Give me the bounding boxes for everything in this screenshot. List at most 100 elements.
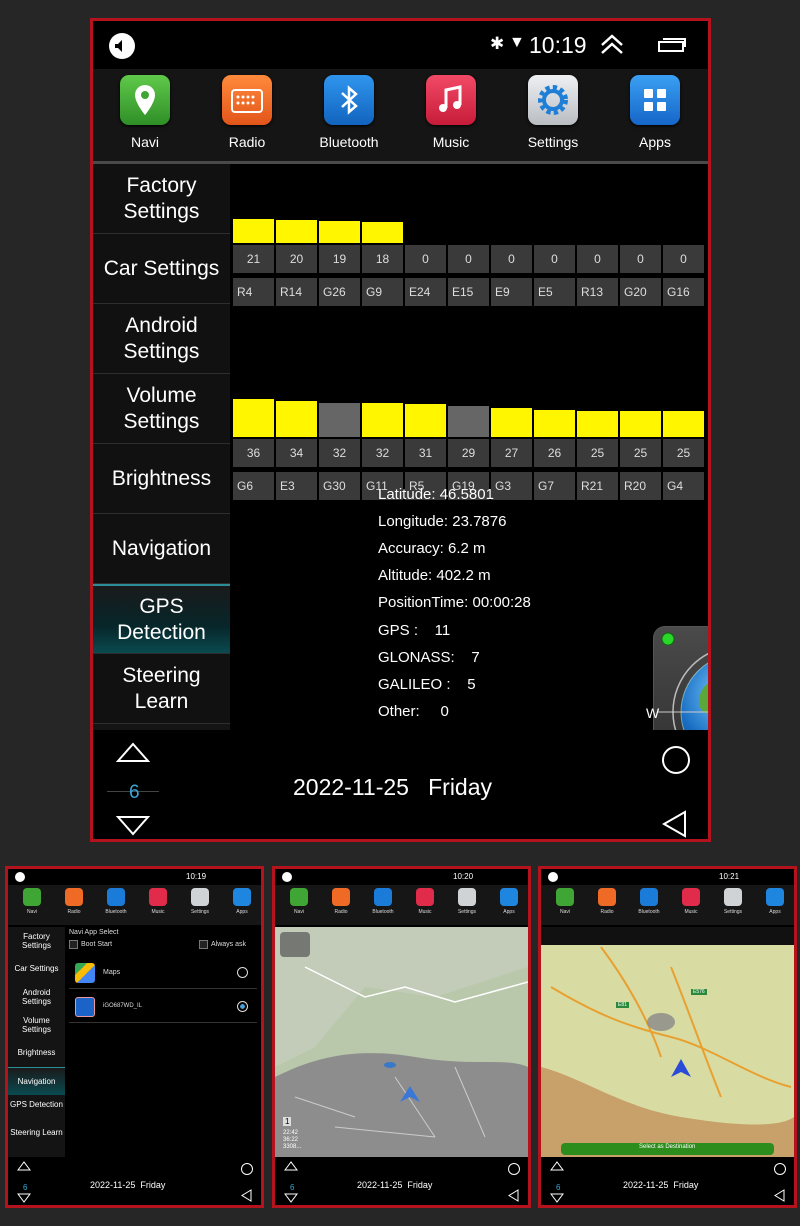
signal-bar (276, 401, 317, 437)
signal-value: 19 (319, 245, 360, 273)
satellite-id: E3 (276, 472, 317, 500)
sidebar-item-navigation[interactable]: Navigation (8, 1067, 65, 1095)
app-navi[interactable]: Navi (18, 888, 46, 915)
sidebar-item-gps-detection[interactable]: GPS Detection (93, 584, 230, 654)
list-item[interactable]: Maps (69, 957, 257, 989)
home-icon[interactable] (240, 1162, 254, 1176)
app-bluetooth[interactable]: Bluetooth (313, 75, 385, 150)
sidebar-item-brightness[interactable]: Brightness (8, 1039, 65, 1067)
sidebar-item-android-settings[interactable]: Android Settings (93, 304, 230, 374)
radio-button-selected[interactable] (237, 1001, 248, 1012)
satellite-id: R21 (577, 472, 618, 500)
satellite-id: R14 (276, 278, 317, 306)
app-label: Settings (723, 909, 743, 915)
signal-value: 34 (276, 439, 317, 467)
always-ask-checkbox[interactable] (199, 940, 208, 949)
app-navi[interactable]: Navi (285, 888, 313, 915)
app-radio[interactable]: Radio (60, 888, 88, 915)
trip-info: 22:42 36:22 3308... (283, 1130, 302, 1150)
map-view[interactable]: 1 22:42 36:22 3308... (275, 927, 528, 1157)
app-apps[interactable]: Apps (619, 75, 691, 150)
app-music[interactable]: Music (415, 75, 487, 150)
back-icon[interactable] (660, 809, 690, 839)
music-note-icon (416, 888, 434, 906)
satellite-id: E5 (534, 278, 575, 306)
app-settings[interactable]: Settings (186, 888, 214, 915)
volume-icon[interactable] (109, 33, 135, 59)
sidebar-item-brightness[interactable]: Brightness (93, 444, 230, 514)
app-bluetooth[interactable]: Bluetooth (369, 888, 397, 915)
list-item[interactable]: iGO687WD_IL (69, 991, 257, 1023)
page-down-icon[interactable] (550, 1193, 564, 1203)
page-up-icon[interactable] (115, 740, 151, 764)
app-settings[interactable]: Settings (453, 888, 481, 915)
app-apps[interactable]: Apps (495, 888, 523, 915)
signal-value: 36 (233, 439, 274, 467)
app-label: Apps (769, 909, 781, 915)
map-pin-icon (556, 888, 574, 906)
back-icon[interactable] (773, 1189, 786, 1202)
gear-icon (724, 888, 742, 906)
boot-start-label: Boot Start (81, 941, 113, 948)
app-bluetooth[interactable]: Bluetooth (635, 888, 663, 915)
page-up-icon[interactable] (550, 1161, 564, 1171)
satellite-id: G4 (663, 472, 704, 500)
satellite-id: G3 (491, 472, 532, 500)
sidebar-item-volume-settings[interactable]: Volume Settings (93, 374, 230, 444)
app-label: Apps (503, 909, 515, 915)
signal-value: 0 (620, 245, 661, 273)
app-settings[interactable]: Settings (719, 888, 747, 915)
status-bar: ✱ ▼ 10:19 (93, 21, 708, 69)
app-apps[interactable]: Apps (228, 888, 256, 915)
app-radio[interactable]: Radio (593, 888, 621, 915)
satellite-id: G7 (534, 472, 575, 500)
page-up-icon[interactable] (17, 1161, 31, 1171)
sidebar-item-steering-learn[interactable]: Steering Learn (93, 654, 230, 724)
sidebar-item-factory-settings[interactable]: Factory Settings (93, 164, 230, 234)
grid-icon (766, 888, 784, 906)
app-radio[interactable]: Radio (211, 75, 283, 150)
road-label: E81 (616, 1002, 629, 1008)
select-destination-button[interactable]: Select as Destination (639, 1144, 695, 1150)
sidebar-item-factory-settings[interactable]: Factory Settings (8, 927, 65, 955)
sidebar-item-steering-learn[interactable]: Steering Learn (8, 1123, 65, 1151)
signal-value: 25 (663, 439, 704, 467)
page-down-icon[interactable] (17, 1193, 31, 1203)
page-down-icon[interactable] (284, 1193, 298, 1203)
app-apps[interactable]: Apps (761, 888, 789, 915)
app-navi[interactable]: Navi (109, 75, 181, 150)
page-up-icon[interactable] (284, 1161, 298, 1171)
satellite-id: G6 (233, 472, 274, 500)
sidebar-item-volume-settings[interactable]: Volume Settings (8, 1011, 65, 1039)
app-bluetooth[interactable]: Bluetooth (102, 888, 130, 915)
radio-button[interactable] (237, 967, 248, 978)
home-icon[interactable] (660, 744, 692, 776)
sidebar-item-android-settings[interactable]: Android Settings (8, 983, 65, 1011)
app-music[interactable]: Music (144, 888, 172, 915)
boot-start-checkbox[interactable] (69, 940, 78, 949)
app-music[interactable]: Music (677, 888, 705, 915)
gear-icon (458, 888, 476, 906)
home-icon[interactable] (507, 1162, 521, 1176)
app-launcher-bar: Navi Radio Bluetooth Music Settings Apps (93, 69, 708, 161)
map-view[interactable]: Select as Destination E576 E81 (541, 927, 794, 1157)
chevron-up-icon[interactable] (599, 33, 625, 55)
home-icon[interactable] (773, 1162, 787, 1176)
sidebar-item-navigation[interactable]: Navigation (93, 514, 230, 584)
sidebar-item-car-settings[interactable]: Car Settings (93, 234, 230, 304)
mini-screen-map-igo: 10:21 Navi Radio Bluetooth Music Settings App… (538, 866, 797, 1208)
sidebar-item-gps-detection[interactable]: GPS Detection (8, 1095, 65, 1123)
signal-bar (362, 403, 403, 437)
recent-apps-icon[interactable] (657, 37, 687, 53)
app-settings[interactable]: Settings (517, 75, 589, 150)
app-music[interactable]: Music (411, 888, 439, 915)
app-radio[interactable]: Radio (327, 888, 355, 915)
page-down-icon[interactable] (115, 814, 151, 838)
back-icon[interactable] (240, 1189, 253, 1202)
zoom-level: 1 (283, 1117, 292, 1126)
signal-bar (491, 408, 532, 437)
app-label: Navi (559, 909, 570, 915)
back-icon[interactable] (507, 1189, 520, 1202)
sidebar-item-car-settings[interactable]: Car Settings (8, 955, 65, 983)
app-navi[interactable]: Navi (551, 888, 579, 915)
